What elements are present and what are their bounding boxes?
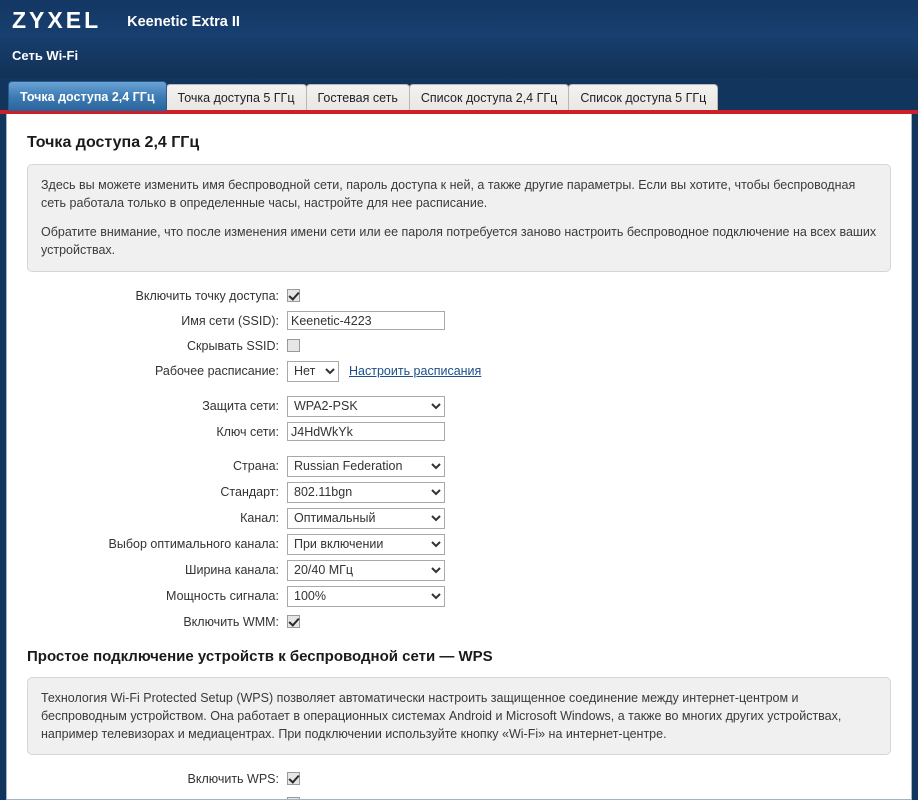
- field-control: 802.11bgn: [287, 481, 445, 503]
- info-note-box: Здесь вы можете изменить имя беспроводно…: [27, 164, 891, 272]
- signal-power-select[interactable]: 100%: [287, 585, 445, 607]
- info-note-paragraph-1: Здесь вы можете изменить имя беспроводно…: [41, 178, 856, 211]
- tab-access-point-24[interactable]: Точка доступа 2,4 ГГц: [8, 81, 167, 111]
- field-label: Включить точку доступа:: [135, 288, 279, 303]
- field-control: Russian Federation: [287, 455, 445, 477]
- country-select[interactable]: Russian Federation: [287, 455, 445, 477]
- field-channel-width: Ширина канала: 20/40 МГц: [27, 559, 891, 581]
- field-control: WPA2-PSK: [287, 395, 445, 417]
- field-control: 20/40 МГц: [287, 559, 445, 581]
- field-ssid: Имя сети (SSID):: [27, 311, 891, 331]
- field-control: [287, 772, 300, 786]
- tab-access-list-24[interactable]: Список доступа 2,4 ГГц: [408, 84, 570, 111]
- field-control: При включении: [287, 533, 445, 555]
- tab-access-point-5[interactable]: Точка доступа 5 ГГц: [165, 84, 307, 111]
- network-key-input[interactable]: [287, 422, 445, 441]
- enable-access-point-checkbox[interactable]: [287, 289, 300, 302]
- field-country: Страна: Russian Federation: [27, 455, 891, 477]
- hide-ssid-checkbox[interactable]: [287, 339, 300, 352]
- field-hide-ssid: Скрывать SSID:: [27, 336, 891, 356]
- tab-label: Список доступа 2,4 ГГц: [420, 91, 558, 105]
- field-security: Защита сети: WPA2-PSK: [27, 395, 891, 417]
- tab-label: Гостевая сеть: [317, 91, 398, 105]
- brand-row: ZYXEL Keenetic Extra II: [0, 0, 918, 32]
- field-control: 100%: [287, 585, 445, 607]
- field-label: Мощность сигнала:: [166, 589, 279, 603]
- tab-label: Список доступа 5 ГГц: [580, 91, 707, 105]
- standard-select[interactable]: 802.11bgn: [287, 481, 445, 503]
- tab-list: Точка доступа 2,4 ГГц Точка доступа 5 ГГ…: [8, 78, 918, 111]
- page-section-title: Сеть Wi-Fi: [12, 48, 79, 63]
- field-control: [287, 422, 445, 441]
- field-control: [287, 615, 300, 628]
- field-control: [287, 339, 300, 352]
- schedule-select[interactable]: Нет: [287, 360, 339, 382]
- field-enable-wps: Включить WPS:: [27, 769, 891, 789]
- wps-note-box: Технология Wi-Fi Protected Setup (WPS) п…: [27, 676, 891, 755]
- tab-strip: Точка доступа 2,4 ГГц Точка доступа 5 ГГ…: [0, 78, 918, 111]
- ssid-input[interactable]: [287, 311, 445, 330]
- content-inner: Точка доступа 2,4 ГГц Здесь вы можете из…: [7, 114, 911, 799]
- wps-section-title: Простое подключение устройств к беспрово…: [27, 647, 493, 665]
- security-select[interactable]: WPA2-PSK: [287, 395, 445, 417]
- field-label: Защита сети:: [202, 399, 279, 413]
- field-label: Ширина канала:: [185, 563, 279, 577]
- device-model-label: Keenetic Extra II: [127, 13, 240, 30]
- tab-label: Точка доступа 2,4 ГГц: [20, 90, 155, 104]
- channel-width-select[interactable]: 20/40 МГц: [287, 559, 445, 581]
- field-label: Ключ сети:: [216, 424, 279, 439]
- field-enable-wmm: Включить WMM:: [27, 612, 891, 632]
- wifi-settings-form: Включить точку доступа: Имя сети (SSID):…: [27, 286, 891, 632]
- field-control: Оптимальный: [287, 507, 445, 529]
- field-channel: Канал: Оптимальный: [27, 507, 891, 529]
- field-label: Стандарт:: [220, 485, 279, 499]
- content-panel: Точка доступа 2,4 ГГц Здесь вы можете из…: [6, 114, 912, 800]
- field-label: Выбор оптимального канала:: [108, 537, 279, 551]
- field-control: [287, 311, 445, 330]
- page-title: Точка доступа 2,4 ГГц: [27, 134, 200, 151]
- field-standard: Стандарт: 802.11bgn: [27, 481, 891, 503]
- field-label: Канал:: [240, 511, 279, 525]
- field-label: Рабочее расписание:: [154, 364, 279, 378]
- field-label: Страна:: [233, 459, 279, 473]
- zyxel-logo: ZYXEL: [12, 7, 102, 33]
- tab-access-list-5[interactable]: Список доступа 5 ГГц: [568, 84, 719, 111]
- field-optimal-channel-selection: Выбор оптимального канала: При включении: [27, 533, 891, 555]
- info-note-paragraph-2: Обратите внимание, что после изменения и…: [41, 225, 877, 258]
- field-label: Скрывать SSID:: [187, 338, 279, 353]
- field-label: Включить WPS:: [187, 771, 280, 786]
- field-signal-power: Мощность сигнала: 100%: [27, 585, 891, 607]
- configure-schedules-link[interactable]: Настроить расписания: [349, 364, 481, 378]
- tab-guest-network[interactable]: Гостевая сеть: [305, 84, 410, 111]
- optimal-channel-select[interactable]: При включении: [287, 533, 445, 555]
- app-header: ZYXEL Keenetic Extra II Сеть Wi-Fi: [0, 0, 918, 78]
- field-label: Имя сети (SSID):: [181, 313, 279, 328]
- field-schedule: Рабочее расписание: Нет Настроить распис…: [27, 360, 891, 382]
- field-use-pin-code: Использовать пин-код:: [27, 794, 891, 799]
- channel-select[interactable]: Оптимальный: [287, 507, 445, 529]
- wps-note-paragraph: Технология Wi-Fi Protected Setup (WPS) п…: [41, 690, 842, 741]
- field-control: Нет Настроить расписания: [287, 360, 481, 382]
- field-label: Включить WMM:: [183, 614, 279, 629]
- enable-wps-checkbox[interactable]: [287, 772, 300, 786]
- field-control: [287, 289, 300, 302]
- wps-settings-form: Включить WPS: Использовать пин-код:: [27, 769, 891, 799]
- tab-label: Точка доступа 5 ГГц: [177, 91, 295, 105]
- field-network-key: Ключ сети:: [27, 422, 891, 442]
- enable-wmm-checkbox[interactable]: [287, 615, 300, 628]
- field-enable-access-point: Включить точку доступа:: [27, 286, 891, 306]
